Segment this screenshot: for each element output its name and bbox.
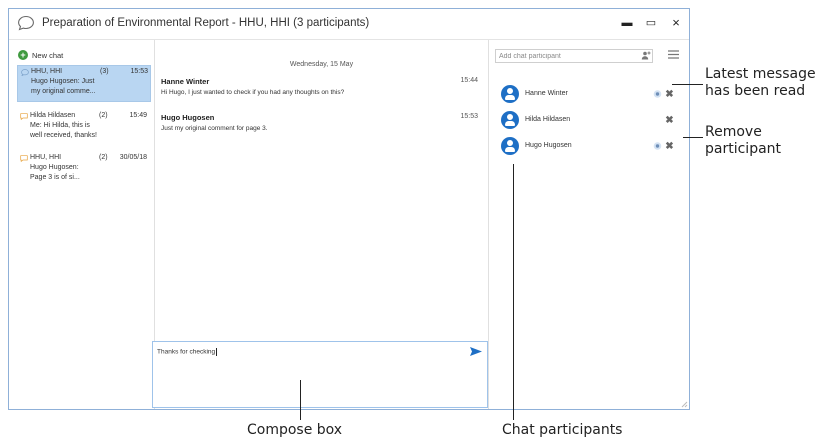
- chat-bubble-icon: [18, 15, 34, 31]
- eye-icon: [653, 142, 662, 150]
- message-sender: Hanne Winter: [161, 77, 210, 86]
- participant-name: Hanne Winter: [525, 90, 568, 97]
- callout-latest-read: Latest message has been read: [705, 66, 816, 99]
- participants-panel: Hanne Winter ✖ Hilda Hildasen ✖ Hugo Hug…: [489, 40, 689, 409]
- window-title: Preparation of Environmental Report - HH…: [42, 17, 370, 29]
- resize-grip-icon[interactable]: [680, 400, 688, 408]
- conversation-time: 15:49: [129, 112, 147, 119]
- callout-line: [672, 84, 703, 85]
- callout-line: [683, 137, 703, 138]
- compose-box[interactable]: Thanks for checking: [152, 341, 488, 408]
- message-text: Just my original comment for page 3.: [161, 125, 268, 132]
- chat-window: Preparation of Environmental Report - HH…: [8, 8, 690, 410]
- conversation-preview: Me: Hi Hilda, this is: [30, 122, 90, 129]
- minimize-button[interactable]: ▬: [617, 14, 637, 32]
- plus-circle-icon: +: [18, 50, 28, 60]
- conversation-preview: Hugo Hugosen: Just: [31, 78, 95, 85]
- participant-name: Hilda Hildasen: [525, 116, 571, 123]
- conversation-item[interactable]: HHU, HHI (3) 15:53 Hugo Hugosen: Just my…: [17, 65, 151, 102]
- conversation-count: (2): [99, 154, 108, 161]
- message-panel: Wednesday, 15 May Hanne Winter 15:44 Hi …: [152, 40, 489, 409]
- conversation-preview: well received, thanks!: [30, 132, 97, 139]
- callout-chat-participants: Chat participants: [502, 422, 623, 438]
- avatar: [501, 85, 519, 103]
- remove-participant-icon[interactable]: ✖: [665, 116, 674, 126]
- message-time: 15:44: [460, 77, 478, 84]
- add-participant-input[interactable]: [495, 49, 653, 63]
- text-caret: [216, 348, 218, 356]
- add-person-icon[interactable]: [641, 51, 651, 60]
- conversation-preview: Page 3 is of si...: [30, 174, 80, 181]
- message-text: Hi Hugo, I just wanted to check if you h…: [161, 89, 345, 96]
- message-sender: Hugo Hugosen: [161, 113, 215, 122]
- conversation-name: HHU, HHI: [30, 154, 62, 161]
- callout-compose-box: Compose box: [247, 422, 343, 438]
- callout-remove: Remove participant: [705, 124, 782, 157]
- participant-name: Hugo Hugosen: [525, 142, 572, 149]
- conversation-count: (2): [99, 112, 108, 119]
- hamburger-menu-icon[interactable]: [668, 50, 679, 59]
- avatar: [501, 137, 519, 155]
- message-time: 15:53: [460, 113, 478, 120]
- participant-row: Hilda Hildasen ✖: [489, 110, 689, 130]
- chat-bubble-icon: [21, 69, 29, 76]
- remove-participant-icon[interactable]: ✖: [665, 90, 674, 100]
- conversation-time: 15:53: [130, 68, 148, 75]
- remove-participant-icon[interactable]: ✖: [665, 142, 674, 152]
- participant-row: Hugo Hugosen ✖: [489, 136, 689, 156]
- eye-icon: [653, 90, 662, 98]
- date-separator: Wednesday, 15 May: [289, 61, 354, 68]
- conversation-preview: my original comme...: [31, 88, 96, 95]
- close-button[interactable]: ×: [666, 14, 686, 32]
- conversation-list: + New chat HHU, HHI (3) 15:53 Hugo Hugos…: [9, 40, 155, 409]
- callout-line: [513, 164, 514, 420]
- conversation-name: Hilda Hildasen: [30, 112, 76, 119]
- conversation-item[interactable]: HHU, HHI (2) 30/05/18 Hugo Hugosen: Page…: [17, 152, 151, 188]
- chat-bubble-icon: [20, 155, 28, 162]
- callout-line: [300, 380, 301, 420]
- chat-bubble-icon: [20, 113, 28, 120]
- conversation-time: 30/05/18: [119, 154, 147, 161]
- new-chat-button[interactable]: + New chat: [18, 48, 63, 62]
- conversation-preview: Hugo Hugosen:: [30, 164, 79, 171]
- compose-input[interactable]: Thanks for checking: [157, 348, 218, 356]
- participant-row: Hanne Winter ✖: [489, 84, 689, 104]
- new-chat-label: New chat: [32, 50, 64, 60]
- conversation-item[interactable]: Hilda Hildasen (2) 15:49 Me: Hi Hilda, t…: [17, 110, 151, 146]
- title-bar: Preparation of Environmental Report - HH…: [9, 9, 689, 40]
- avatar: [501, 111, 519, 129]
- send-icon[interactable]: [470, 347, 482, 356]
- conversation-name: HHU, HHI: [31, 68, 63, 75]
- conversation-count: (3): [100, 68, 109, 75]
- maximize-button[interactable]: ▭: [641, 14, 661, 32]
